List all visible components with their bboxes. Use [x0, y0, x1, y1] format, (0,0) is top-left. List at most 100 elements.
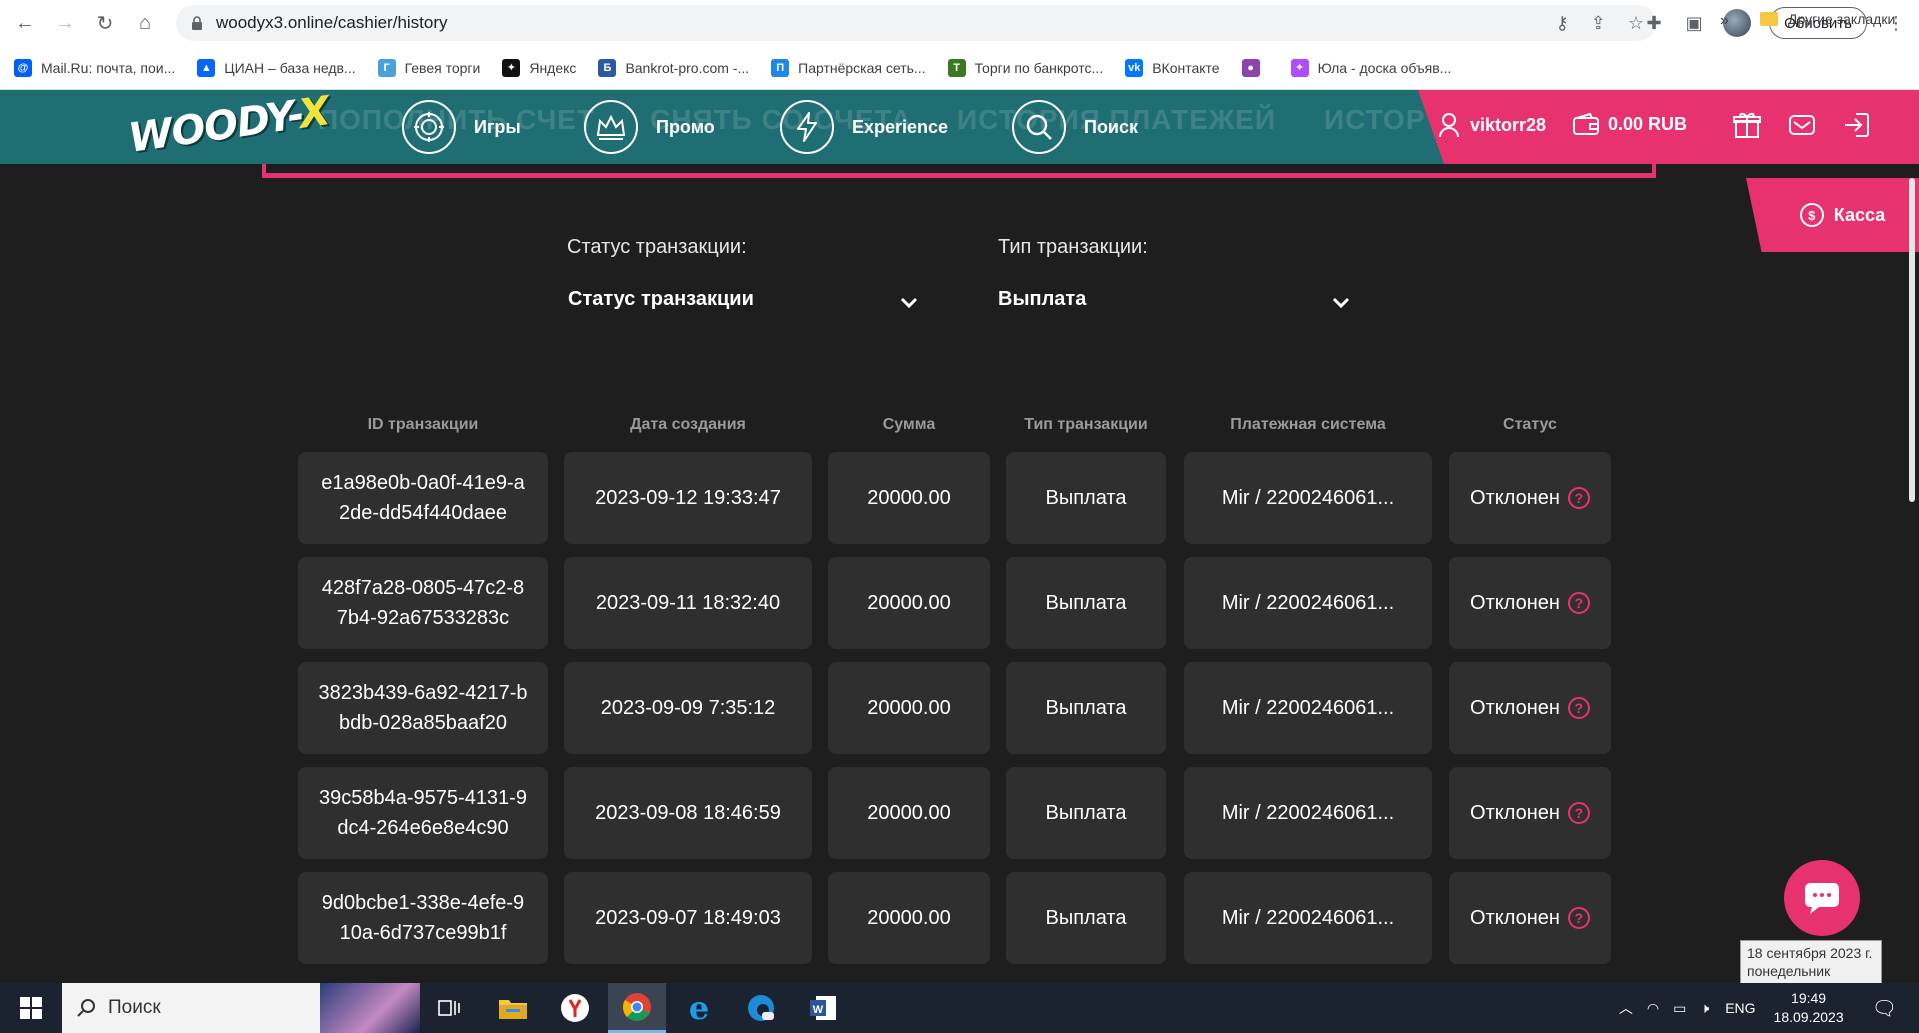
table-cell-amount: 20000.00 — [828, 767, 990, 859]
side-panel-icon[interactable]: ▣ — [1683, 13, 1705, 34]
nav-experience[interactable]: Experience — [780, 100, 948, 154]
type-filter-select[interactable]: Выплата — [998, 288, 1352, 318]
lock-icon — [192, 16, 202, 30]
nav-games[interactable]: Игры — [402, 100, 521, 154]
bookmark-item[interactable]: ✦ Яндекс — [502, 58, 576, 77]
table-cell-amount: 20000.00 — [828, 452, 990, 544]
table-cell-system: Mir / 2200246061... — [1184, 767, 1432, 859]
table-cell-system: Mir / 2200246061... — [1184, 662, 1432, 754]
bookmark-item[interactable]: Т Торги по банкротс... — [947, 58, 1103, 77]
forward-icon[interactable]: → — [50, 8, 80, 38]
share-icon[interactable]: ⇪ — [1591, 13, 1606, 34]
clock[interactable]: 19:49 18.09.2023 — [1774, 989, 1844, 1027]
chrome-icon[interactable] — [608, 983, 666, 1033]
column-header: Тип транзакции — [1024, 416, 1148, 433]
folder-icon — [1760, 12, 1778, 26]
other-bookmarks[interactable]: Другие закладки — [1760, 11, 1895, 27]
bookmark-favicon-icon: ✦ — [502, 58, 521, 77]
nav-promo[interactable]: Промо — [584, 100, 715, 154]
svg-text:W: W — [813, 1004, 824, 1016]
table-cell-id: 39c58b4a-9575-4131-9dc4-264e6e8e4c90 — [298, 767, 548, 859]
table-cell-system: Mir / 2200246061... — [1184, 872, 1432, 964]
key-icon[interactable]: ⚷ — [1556, 13, 1569, 34]
bookmark-item[interactable]: Б Bankrot-pro.com -... — [598, 58, 749, 77]
bookmark-item[interactable]: П Партнёрская сеть... — [771, 58, 926, 77]
word-icon[interactable]: W — [794, 983, 852, 1033]
table-cell-id: 9d0bcbe1-338e-4efe-910a-6d737ce99b1f — [298, 872, 548, 964]
column-header: Сумма — [882, 416, 936, 433]
type-filter-value: Выплата — [998, 288, 1087, 310]
header-underline — [262, 164, 1656, 178]
bookmark-item[interactable]: ▲ ЦИАН – база недв... — [197, 58, 356, 77]
star-icon[interactable]: ☆ — [1628, 13, 1644, 34]
user-icon — [1439, 113, 1459, 138]
bookmark-item[interactable]: ✦ Юла - доска объяв... — [1290, 58, 1451, 77]
address-bar[interactable]: woodyx3.online/cashier/history ⚷ ⇪ ☆ — [176, 5, 1656, 41]
bookmark-favicon-icon: Б — [598, 58, 617, 77]
page-scrollbar[interactable] — [1909, 178, 1915, 502]
column-header: Дата создания — [630, 416, 746, 433]
bookmarks-more[interactable]: » — [1720, 12, 1729, 30]
chat-button[interactable] — [1784, 860, 1860, 936]
kassa-button[interactable]: $ Касса — [1746, 178, 1919, 252]
table-cell-id: 428f7a28-0805-47c2-87b4-92a67533283c — [298, 557, 548, 649]
table-cell-date: 2023-09-11 18:32:40 — [564, 557, 812, 649]
column-header: Платежная система — [1230, 416, 1386, 433]
bookmark-item[interactable]: Г Гевея торги — [377, 58, 480, 77]
table-cell-date: 2023-09-07 18:49:03 — [564, 872, 812, 964]
notifications-icon[interactable]: 🗨 — [1872, 996, 1897, 1021]
volume-icon[interactable]: 🕨 — [1700, 1000, 1709, 1017]
table-cell-status: Отклонен? — [1449, 872, 1611, 964]
bookmark-favicon-icon: @ — [14, 58, 32, 77]
table-cell-id: 3823b439-6a92-4217-bbdb-028a85baaf20 — [298, 662, 548, 754]
taskbar-search[interactable]: Поиск — [62, 983, 420, 1033]
mail-icon[interactable] — [1787, 110, 1817, 140]
nav-search[interactable]: Поиск — [1012, 100, 1138, 154]
reload-icon[interactable]: ↻ — [90, 8, 120, 38]
file-explorer-icon[interactable] — [484, 983, 542, 1033]
wifi-icon[interactable]: ◠ — [1647, 1000, 1659, 1017]
chat-icon — [1805, 883, 1839, 914]
table-cell-status: Отклонен? — [1449, 452, 1611, 544]
table-cell-type: Выплата — [1006, 872, 1166, 964]
yandex-browser-icon[interactable] — [546, 983, 604, 1033]
table-cell-amount: 20000.00 — [828, 872, 990, 964]
status-help-icon[interactable]: ? — [1567, 697, 1590, 719]
bookmark-item[interactable]: ● — [1241, 58, 1269, 77]
status-help-icon[interactable]: ? — [1567, 907, 1590, 929]
bookmark-item[interactable]: vk ВКонтакте — [1125, 58, 1220, 77]
chevron-down-icon — [1332, 297, 1350, 309]
table-cell-status: Отклонен? — [1449, 557, 1611, 649]
chevron-down-icon — [900, 297, 918, 309]
gift-icon[interactable] — [1732, 110, 1762, 140]
edge-icon[interactable] — [732, 983, 790, 1033]
language-indicator[interactable]: ENG — [1725, 1000, 1755, 1016]
extensions-icon[interactable]: ✚ — [1643, 13, 1665, 34]
bookmark-favicon-icon: Т — [947, 58, 966, 77]
status-help-icon[interactable]: ? — [1567, 487, 1590, 509]
internet-explorer-icon[interactable]: e — [670, 983, 728, 1033]
wallet-icon — [1573, 112, 1599, 135]
bookmark-favicon-icon: Г — [377, 58, 396, 77]
back-icon[interactable]: ← — [10, 8, 40, 38]
status-filter-value: Статус транзакции — [568, 288, 754, 310]
home-icon[interactable]: ⌂ — [130, 8, 160, 38]
status-filter-select[interactable]: Статус транзакции — [568, 288, 920, 318]
user-profile-link[interactable]: viktorr28 — [1438, 112, 1546, 138]
tray-expand-icon[interactable]: ︿ — [1619, 998, 1633, 1018]
site-logo[interactable]: WOODY-X — [126, 90, 332, 162]
battery-icon[interactable]: ▭ — [1673, 1000, 1686, 1017]
status-help-icon[interactable]: ? — [1567, 592, 1590, 614]
ghost-nav-history-2: ИСТОР — [1324, 104, 1426, 135]
logout-icon[interactable] — [1842, 110, 1872, 140]
balance-link[interactable]: 0.00 RUB — [1572, 112, 1687, 136]
status-help-icon[interactable]: ? — [1567, 802, 1590, 824]
column-header: ID транзакции — [367, 416, 479, 433]
windows-start-icon[interactable] — [0, 983, 62, 1033]
table-cell-type: Выплата — [1006, 452, 1166, 544]
column-header: Статус — [1503, 416, 1557, 433]
task-view-icon[interactable] — [420, 983, 478, 1033]
bookmark-favicon-icon: ● — [1241, 58, 1260, 77]
bookmark-item[interactable]: @ Mail.Ru: почта, пои... — [14, 58, 175, 77]
table-cell-type: Выплата — [1006, 662, 1166, 754]
